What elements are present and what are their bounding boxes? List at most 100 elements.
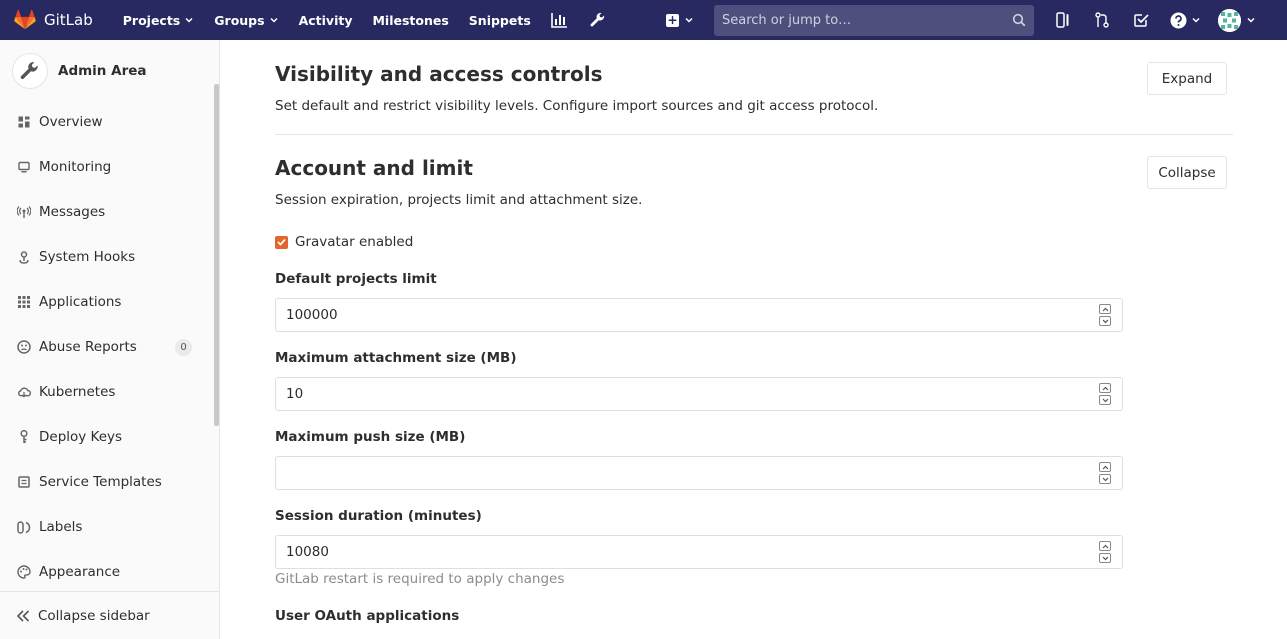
sidebar-item-label: Applications xyxy=(39,294,122,310)
sidebar-item-label: Monitoring xyxy=(39,159,112,175)
overview-icon xyxy=(17,115,31,129)
chevron-down-icon xyxy=(1102,319,1108,323)
chevron-down-icon xyxy=(270,17,278,23)
search-box xyxy=(714,4,1034,36)
top-navbar: GitLab Projects Groups Activity Mileston… xyxy=(0,0,1287,40)
collapse-sidebar-button[interactable]: Collapse sidebar xyxy=(0,591,219,639)
decrement-button[interactable] xyxy=(1099,395,1111,405)
collapse-sidebar-label: Collapse sidebar xyxy=(38,607,150,624)
chevron-down-icon xyxy=(1102,556,1108,560)
key-icon xyxy=(17,430,31,444)
sidebar-item-label: Labels xyxy=(39,519,83,535)
number-spinner xyxy=(1099,304,1111,326)
merge-request-icon[interactable] xyxy=(1091,9,1113,31)
max-attachment-size-input[interactable]: 10 xyxy=(275,377,1123,411)
sidebar-item-kubernetes[interactable]: Kubernetes xyxy=(0,375,212,409)
nav-links: Projects Groups Activity Milestones Snip… xyxy=(123,11,627,29)
max-push-size-input[interactable] xyxy=(275,456,1123,490)
session-duration-input[interactable]: 10080 xyxy=(275,535,1123,569)
new-dropdown-button[interactable]: + xyxy=(666,13,694,27)
increment-button[interactable] xyxy=(1099,304,1111,314)
input-value: 10080 xyxy=(286,544,329,560)
help-dropdown[interactable] xyxy=(1169,9,1201,31)
user-oauth-applications-label: User OAuth applications xyxy=(275,608,460,624)
question-icon xyxy=(1170,12,1186,28)
sidebar-item-label: Deploy Keys xyxy=(39,429,123,445)
number-spinner xyxy=(1099,462,1111,484)
decrement-button[interactable] xyxy=(1099,316,1111,326)
number-spinner xyxy=(1099,383,1111,405)
nav-milestones[interactable]: Milestones xyxy=(372,13,448,28)
default-projects-limit-input[interactable]: 100000 xyxy=(275,298,1123,332)
session-duration-label: Session duration (minutes) xyxy=(275,508,482,524)
chevron-down-icon xyxy=(1247,17,1255,23)
sidebar-item-monitoring[interactable]: Monitoring xyxy=(0,150,212,184)
input-value: 10 xyxy=(286,386,304,402)
palette-icon xyxy=(17,565,31,579)
expand-button[interactable]: Expand xyxy=(1147,62,1227,95)
admin-avatar xyxy=(12,53,48,89)
chevron-up-icon xyxy=(1102,544,1108,548)
abuse-count-badge: 0 xyxy=(175,338,192,356)
sidebar-item-label: Kubernetes xyxy=(39,384,116,400)
sidebar-scrollbar[interactable] xyxy=(214,84,219,426)
gravatar-checkbox[interactable] xyxy=(275,235,288,249)
sidebar-item-label: Abuse Reports xyxy=(39,339,137,355)
sidebar-toggle-icon[interactable] xyxy=(1052,9,1074,31)
nav-projects[interactable]: Projects xyxy=(123,13,195,28)
nav-snippets[interactable]: Snippets xyxy=(469,13,531,28)
sidebar-item-system-hooks[interactable]: System Hooks xyxy=(0,240,212,274)
increment-button[interactable] xyxy=(1099,383,1111,393)
cloud-icon xyxy=(17,385,31,399)
sidebar-item-label: System Hooks xyxy=(39,249,136,265)
sidebar-header[interactable]: Admin Area xyxy=(0,40,219,102)
monitor-icon xyxy=(17,160,31,174)
default-projects-limit-label: Default projects limit xyxy=(275,271,437,287)
search-icon xyxy=(1012,13,1026,26)
decrement-button[interactable] xyxy=(1099,553,1111,563)
gitlab-logo-icon xyxy=(14,10,36,30)
nav-activity[interactable]: Activity xyxy=(299,13,353,28)
increment-button[interactable] xyxy=(1099,462,1111,472)
wrench-icon[interactable] xyxy=(589,11,607,29)
double-chevron-left-icon xyxy=(16,609,30,622)
decrement-button[interactable] xyxy=(1099,474,1111,484)
sidebar-item-abuse-reports[interactable]: Abuse Reports 0 xyxy=(0,330,212,364)
grid-icon xyxy=(17,295,31,309)
sidebar-title: Admin Area xyxy=(58,63,147,79)
sidebar-item-service-templates[interactable]: Service Templates xyxy=(0,465,212,499)
admin-sidebar: Admin Area Overview Monitoring Messages … xyxy=(0,40,220,639)
chevron-down-icon xyxy=(1102,477,1108,481)
wrench-icon xyxy=(20,62,38,80)
max-attachment-size-label: Maximum attachment size (MB) xyxy=(275,350,517,366)
sidebar-item-label: Messages xyxy=(39,204,106,220)
chevron-down-icon xyxy=(685,17,693,23)
sidebar-item-applications[interactable]: Applications xyxy=(0,285,212,319)
number-spinner xyxy=(1099,541,1111,563)
chevron-down-icon xyxy=(1191,17,1200,23)
nav-projects-label: Projects xyxy=(122,12,181,28)
template-icon xyxy=(17,475,31,489)
user-menu[interactable] xyxy=(1218,8,1256,32)
chevron-up-icon xyxy=(1102,465,1108,469)
increment-button[interactable] xyxy=(1099,541,1111,551)
sidebar-item-overview[interactable]: Overview xyxy=(0,105,212,139)
nav-right: + xyxy=(666,0,1256,40)
nav-groups-label: Groups xyxy=(214,12,265,28)
section-divider xyxy=(275,134,1233,135)
max-push-size-label: Maximum push size (MB) xyxy=(275,429,466,445)
search-input[interactable] xyxy=(722,12,1002,28)
collapse-button[interactable]: Collapse xyxy=(1147,156,1227,189)
todo-icon[interactable] xyxy=(1130,9,1152,31)
sidebar-item-appearance[interactable]: Appearance xyxy=(0,555,212,589)
chevron-up-icon xyxy=(1102,307,1108,311)
bar-chart-icon[interactable] xyxy=(551,11,569,29)
sidebar-item-deploy-keys[interactable]: Deploy Keys xyxy=(0,420,212,454)
sidebar-item-label: Service Templates xyxy=(39,474,162,490)
sidebar-item-labels[interactable]: Labels xyxy=(0,510,212,544)
sidebar-item-label: Appearance xyxy=(39,564,121,580)
nav-groups[interactable]: Groups xyxy=(214,13,278,28)
sidebar-item-messages[interactable]: Messages xyxy=(0,195,212,229)
chevron-up-icon xyxy=(1102,386,1108,390)
gitlab-home-link[interactable]: GitLab xyxy=(14,10,93,30)
